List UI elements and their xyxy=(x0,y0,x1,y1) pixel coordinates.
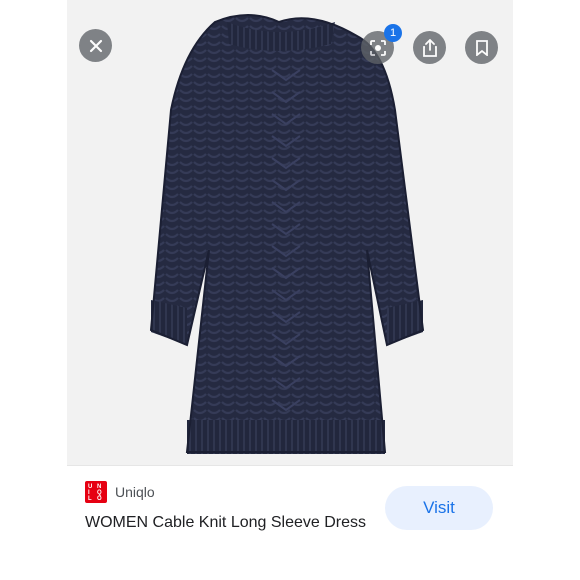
source-row[interactable]: UN IQ LO Uniqlo xyxy=(85,480,155,504)
close-button[interactable] xyxy=(79,29,112,62)
lens-icon xyxy=(369,39,387,57)
share-icon xyxy=(422,38,438,57)
uniqlo-logo: UN IQ LO xyxy=(85,481,107,503)
save-button[interactable] xyxy=(465,31,498,64)
share-button[interactable] xyxy=(413,31,446,64)
bookmark-icon xyxy=(475,39,489,56)
product-image xyxy=(149,14,425,454)
product-title[interactable]: WOMEN Cable Knit Long Sleeve Dress xyxy=(85,510,375,536)
lens-badge: 1 xyxy=(384,24,402,42)
source-name[interactable]: Uniqlo xyxy=(115,484,155,500)
close-icon xyxy=(89,39,103,53)
visit-button[interactable]: Visit xyxy=(385,486,493,530)
product-image-panel[interactable]: 1 xyxy=(67,0,513,466)
